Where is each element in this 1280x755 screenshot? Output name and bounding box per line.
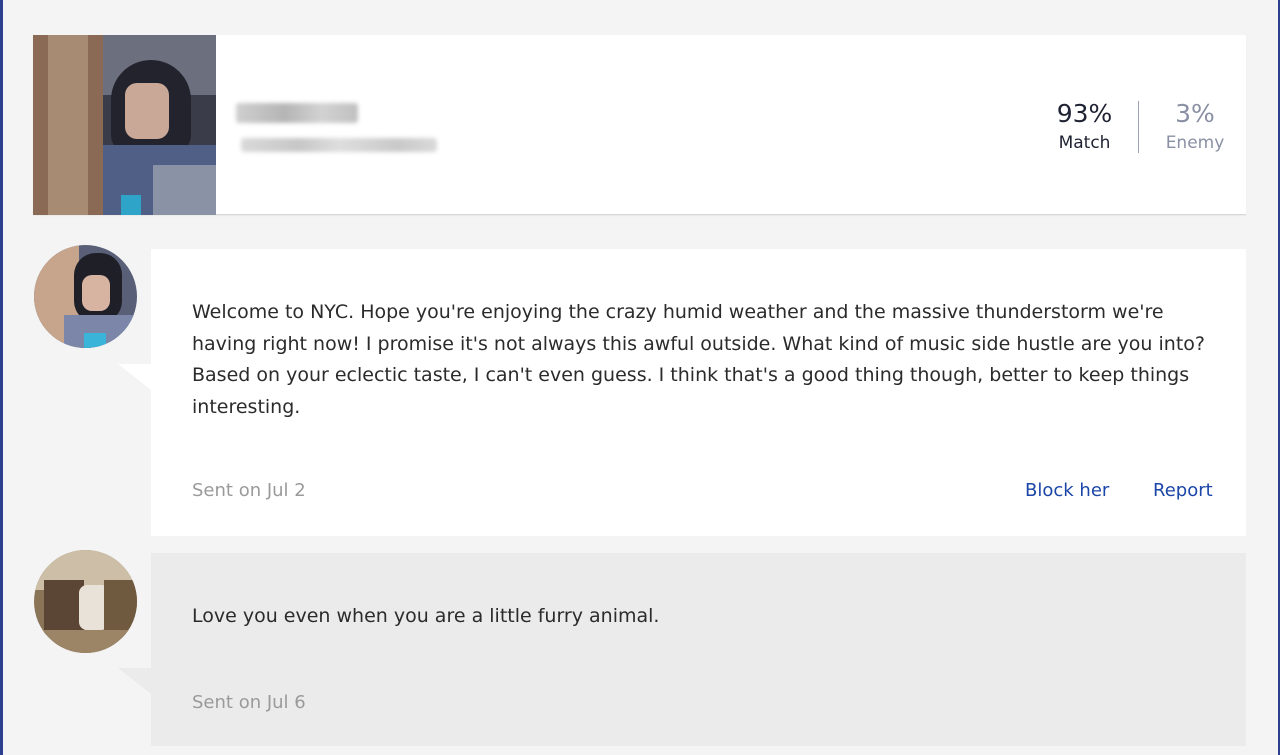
profile-username-blurred[interactable] [236,103,358,123]
match-label: Match [1058,133,1111,153]
sent-timestamp: Sent on Jul 2 [192,480,306,501]
message-bubble-received: Welcome to NYC. Hope you're enjoying the… [151,249,1246,536]
bubble-tail [118,668,151,694]
message-text: Welcome to NYC. Hope you're enjoying the… [192,301,1205,418]
profile-photo[interactable] [33,35,216,215]
match-value: 93% [1056,99,1113,128]
profile-header-card[interactable]: 93% Match 3% Enemy [33,35,1246,215]
message-text: Love you even when you are a little furr… [192,605,660,627]
own-avatar[interactable] [34,550,137,653]
enemy-percentage: 3% Enemy [1160,99,1230,155]
enemy-value: 3% [1175,99,1215,128]
bubble-tail [118,364,151,390]
message-bubble-sent: Love you even when you are a little furr… [151,553,1246,746]
sender-avatar[interactable] [34,245,137,348]
window-edge-left [0,0,3,755]
stat-divider [1138,101,1139,153]
profile-details-blurred [241,138,437,152]
block-user-link[interactable]: Block her [1025,480,1109,501]
sent-timestamp: Sent on Jul 6 [192,692,306,713]
match-percentage: 93% Match [1053,99,1116,155]
enemy-label: Enemy [1165,133,1225,153]
report-link[interactable]: Report [1153,480,1213,501]
